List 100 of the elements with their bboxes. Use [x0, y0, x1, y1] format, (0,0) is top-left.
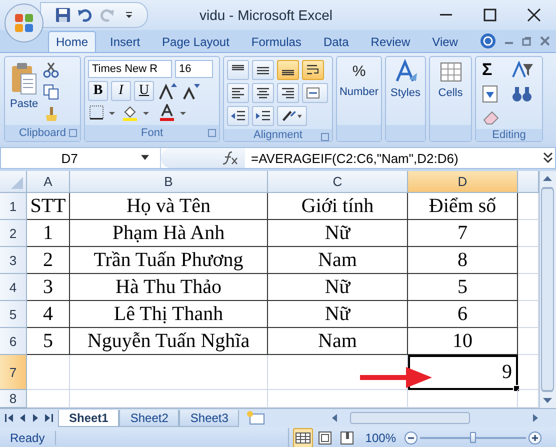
row-header[interactable]: 6 — [0, 328, 27, 355]
slider-thumb[interactable] — [470, 432, 476, 442]
table-cell: 6 — [408, 301, 518, 328]
align-button[interactable] — [252, 60, 274, 80]
zoom-in-icon[interactable] — [528, 430, 542, 444]
scroll-left-icon[interactable] — [330, 412, 338, 424]
sort-filter-icon[interactable] — [511, 61, 535, 79]
ribbon-tab[interactable]: Data — [315, 31, 357, 52]
table-cell: Nam — [268, 247, 408, 274]
merge-icon[interactable] — [302, 83, 328, 103]
help-icon[interactable] — [480, 33, 496, 49]
close-icon[interactable] — [540, 36, 550, 46]
new-sheet-icon[interactable] — [245, 410, 268, 426]
table-cell: Họ và Tên — [70, 193, 268, 220]
name-box[interactable]: D7 — [1, 148, 161, 168]
table-cell: Phạm Hà Anh — [70, 220, 268, 247]
format-button[interactable]: I — [111, 81, 131, 101]
scroll-right-icon[interactable] — [532, 412, 540, 424]
format-button[interactable]: U — [134, 81, 154, 101]
font-size-field[interactable]: 16 — [175, 60, 213, 78]
row-header[interactable]: 5 — [0, 301, 27, 328]
sheet-tab[interactable]: Sheet3 — [179, 410, 240, 426]
clipboard-icon — [10, 62, 38, 96]
table-cell: Nữ — [268, 274, 408, 301]
table-cell: 8 — [408, 247, 518, 274]
row-header[interactable]: 4 — [0, 274, 27, 301]
table-cell: 10 — [408, 328, 518, 355]
orientation-icon[interactable] — [277, 106, 307, 126]
zoom-slider[interactable] — [420, 430, 526, 444]
ribbon-tab[interactable]: Home — [48, 31, 96, 52]
table-cell: 5 — [27, 328, 70, 355]
align-button[interactable] — [277, 60, 299, 80]
table-cell: 7 — [408, 220, 518, 247]
column-header[interactable]: C — [268, 171, 408, 193]
brush-icon[interactable] — [43, 106, 60, 122]
wrap-text-button[interactable] — [302, 60, 324, 80]
font-name-field[interactable]: Times New R — [88, 60, 172, 78]
table-cell: 5 — [408, 274, 518, 301]
group-label: Clipboard — [5, 125, 80, 141]
row-header[interactable]: 2 — [0, 220, 27, 247]
table-cell: Nguyễn Tuấn Nghĩa — [70, 328, 268, 355]
copy-icon[interactable] — [43, 84, 60, 100]
increase-indent-icon[interactable] — [252, 106, 274, 126]
shrink-font-icon[interactable] — [180, 81, 200, 101]
table-cell: Hà Thu Thảo — [70, 274, 268, 301]
formula-field[interactable]: =AVERAGEIF(C2:C6,"Nam",D2:D6) — [245, 150, 541, 166]
ribbon-tab[interactable]: Review — [362, 31, 418, 52]
status-text: Ready — [0, 430, 56, 444]
column-header[interactable]: B — [70, 171, 268, 193]
ribbon-tab[interactable]: Insert — [102, 31, 148, 52]
scrollbar-thumb[interactable] — [541, 187, 554, 392]
group-label: Alignment — [224, 129, 332, 141]
group-footer — [337, 125, 381, 141]
zoom-out-icon[interactable] — [404, 430, 418, 444]
table-cell — [27, 355, 70, 390]
ribbon-tab[interactable]: Formulas — [243, 31, 310, 52]
sheet-tab[interactable]: Sheet2 — [119, 410, 180, 426]
last-sheet-icon[interactable] — [43, 412, 54, 424]
column-header[interactable]: A — [27, 171, 70, 193]
row-header[interactable]: 3 — [0, 247, 27, 274]
row-header[interactable]: 8 — [0, 390, 27, 408]
sheet-tab[interactable]: Sheet1 — [58, 410, 120, 426]
paste-button[interactable]: Paste — [8, 60, 40, 122]
undo-icon[interactable] — [77, 7, 93, 23]
column-header[interactable]: D — [408, 171, 518, 193]
first-sheet-icon[interactable] — [4, 412, 15, 424]
pointer-arrow — [360, 365, 432, 389]
scissors-icon[interactable] — [43, 62, 60, 78]
align-button[interactable] — [227, 60, 249, 80]
table-cell: Lê Thị Thanh — [70, 301, 268, 328]
row-header[interactable]: 7 — [0, 355, 27, 390]
grow-font-icon[interactable] — [157, 81, 177, 101]
table-cell: Nữ — [268, 301, 408, 328]
zoom-level[interactable]: 100% — [357, 430, 404, 444]
table-cell: Giới tính — [268, 193, 408, 220]
maximize-icon — [483, 8, 497, 22]
align-right-icon[interactable] — [277, 83, 299, 103]
normal-view-icon[interactable] — [293, 428, 314, 447]
group-footer — [430, 125, 471, 141]
window-title: vidu - Microsoft Excel — [198, 7, 334, 23]
triangle-icon — [11, 177, 23, 189]
align-left-icon[interactable] — [227, 83, 249, 103]
save-icon[interactable] — [55, 7, 71, 23]
scrollbar-thumb[interactable] — [350, 412, 470, 424]
ribbon-tab[interactable]: View — [424, 31, 466, 52]
table-cell: 1 — [27, 220, 70, 247]
ribbon-tab[interactable]: Page Layout — [154, 31, 238, 52]
row-header[interactable]: 1 — [0, 193, 27, 220]
sum-button[interactable]: Σ — [482, 60, 508, 80]
format-button[interactable]: B — [88, 81, 108, 101]
decrease-indent-icon[interactable] — [227, 106, 249, 126]
table-cell: Trần Tuấn Phương — [70, 247, 268, 274]
table-cell: Nữ — [268, 220, 408, 247]
table-cell: Nam — [268, 328, 408, 355]
borders-icon[interactable] — [88, 104, 118, 122]
fill-handle[interactable] — [513, 385, 520, 392]
function-icon[interactable] — [221, 151, 239, 165]
restore-icon[interactable] — [522, 36, 532, 46]
group-label: Editing — [476, 129, 542, 141]
align-center-icon[interactable] — [252, 83, 274, 103]
